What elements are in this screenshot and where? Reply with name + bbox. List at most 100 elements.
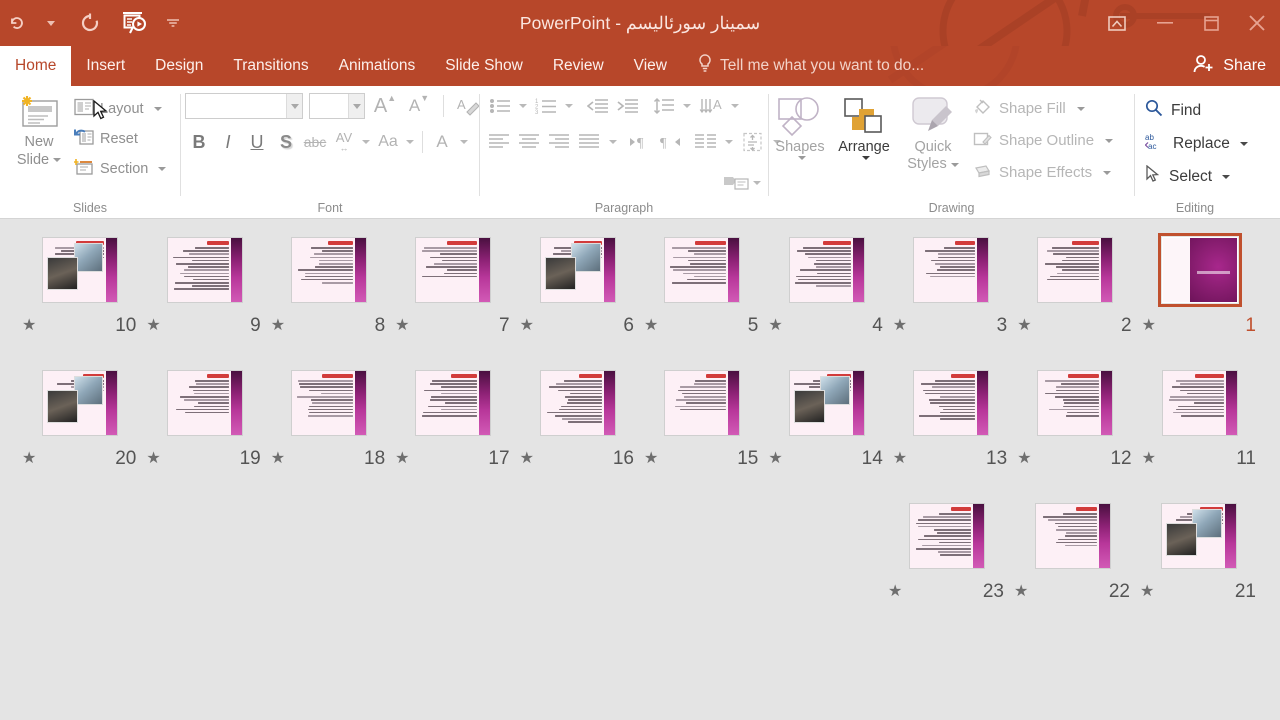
select-caret-icon[interactable] xyxy=(1222,174,1231,179)
find-button[interactable]: Find xyxy=(1145,95,1248,126)
shape-fill-caret-icon[interactable] xyxy=(1076,106,1085,111)
animation-star-icon[interactable]: ★ xyxy=(146,451,160,467)
slide-preview[interactable] xyxy=(415,237,492,303)
character-spacing-caret-icon[interactable] xyxy=(362,140,370,144)
font-size-combo[interactable] xyxy=(309,93,365,119)
align-text-icon[interactable] xyxy=(740,127,768,157)
text-shadow-button[interactable]: S xyxy=(272,127,300,157)
slide-thumbnail-frame[interactable] xyxy=(1157,233,1242,307)
animation-star-icon[interactable]: ★ xyxy=(520,451,534,467)
font-size-caret-icon[interactable] xyxy=(348,94,364,118)
slide-thumbnail-8[interactable]: ★ 8 xyxy=(267,233,391,366)
animation-star-icon[interactable]: ★ xyxy=(1017,451,1031,467)
slide-thumbnail-frame[interactable] xyxy=(287,366,371,440)
bullets-icon[interactable] xyxy=(486,91,514,121)
slide-preview[interactable] xyxy=(166,370,243,436)
animation-star-icon[interactable]: ★ xyxy=(271,318,285,334)
slide-preview[interactable] xyxy=(42,237,119,303)
tab-home[interactable]: Home xyxy=(0,46,72,86)
slide-preview[interactable] xyxy=(1035,503,1111,569)
animation-star-icon[interactable]: ★ xyxy=(146,318,160,334)
slide-preview[interactable] xyxy=(290,370,367,436)
animation-star-icon[interactable]: ★ xyxy=(644,451,658,467)
text-direction-caret-icon[interactable] xyxy=(731,104,739,108)
animation-star-icon[interactable]: ★ xyxy=(22,318,36,334)
change-case-caret-icon[interactable] xyxy=(406,140,414,144)
slide-preview[interactable] xyxy=(1161,370,1238,436)
slide-thumbnail-5[interactable]: ★ 5 xyxy=(640,233,764,366)
line-spacing-caret-icon[interactable] xyxy=(683,104,691,108)
slide-preview[interactable] xyxy=(909,503,985,569)
slide-thumbnail-17[interactable]: ★ 17 xyxy=(391,366,515,499)
layout-button[interactable]: Layout xyxy=(70,95,170,122)
slide-thumbnail-14[interactable]: ★ 14 xyxy=(764,366,888,499)
slide-preview[interactable] xyxy=(539,237,616,303)
slide-thumbnail-frame[interactable] xyxy=(660,366,744,440)
slide-thumbnail-23[interactable]: ★ 23 xyxy=(884,499,1010,632)
slide-thumbnail-frame[interactable] xyxy=(909,366,993,440)
replace-button[interactable]: ab ac Replace xyxy=(1144,128,1248,159)
slide-thumbnail-frame[interactable] xyxy=(536,233,620,307)
slide-preview[interactable] xyxy=(664,370,741,436)
slide-thumbnail-4[interactable]: ★ 4 xyxy=(764,233,888,366)
tab-view[interactable]: View xyxy=(619,46,682,86)
animation-star-icon[interactable]: ★ xyxy=(1142,451,1156,467)
slide-thumbnail-2[interactable]: ★ 2 xyxy=(1013,233,1137,366)
shape-effects-caret-icon[interactable] xyxy=(1103,170,1112,175)
font-name-combo[interactable] xyxy=(185,93,303,119)
slide-thumbnail-frame[interactable] xyxy=(905,499,989,573)
font-name-value[interactable] xyxy=(186,94,286,118)
slide-preview[interactable] xyxy=(1037,370,1114,436)
animation-star-icon[interactable]: ★ xyxy=(1014,584,1028,600)
character-spacing-button[interactable]: AV ↔ xyxy=(330,127,358,157)
tab-transitions[interactable]: Transitions xyxy=(218,46,323,86)
window-controls[interactable] xyxy=(1092,0,1280,46)
shape-effects-button[interactable]: Shape Effects xyxy=(973,157,1113,188)
tell-me-search[interactable]: Tell me what you want to do... xyxy=(682,46,924,86)
animation-star-icon[interactable]: ★ xyxy=(893,318,907,334)
left-to-right-icon[interactable]: ¶ xyxy=(627,127,655,157)
align-right-icon[interactable] xyxy=(546,127,574,157)
font-name-caret-icon[interactable] xyxy=(286,94,302,118)
slide-thumbnail-7[interactable]: ★ 7 xyxy=(391,233,515,366)
slide-thumbnail-frame[interactable] xyxy=(785,233,869,307)
slide-preview[interactable] xyxy=(1161,237,1238,303)
slide-thumbnail-21[interactable]: ★ 21 xyxy=(1136,499,1262,632)
animation-star-icon[interactable]: ★ xyxy=(1142,318,1156,334)
columns-icon[interactable] xyxy=(692,127,720,157)
columns-caret-icon[interactable] xyxy=(725,140,733,144)
section-button[interactable]: Section xyxy=(70,155,170,182)
slide-thumbnail-frame[interactable] xyxy=(163,233,247,307)
share-button[interactable]: Share xyxy=(1193,46,1272,86)
animation-star-icon[interactable]: ★ xyxy=(395,451,409,467)
slide-thumbnail-18[interactable]: ★ 18 xyxy=(267,366,391,499)
slide-thumbnail-11[interactable]: ★ 11 xyxy=(1138,366,1262,499)
animation-star-icon[interactable]: ★ xyxy=(768,451,782,467)
slide-thumbnail-frame[interactable] xyxy=(1031,499,1115,573)
animation-star-icon[interactable]: ★ xyxy=(1140,584,1154,600)
ribbon-display-options-icon[interactable] xyxy=(1092,0,1142,46)
restore-icon[interactable] xyxy=(1188,0,1234,46)
ribbon-tab-bar[interactable]: Home Insert Design Transitions Animation… xyxy=(0,46,1280,86)
slide-thumbnail-12[interactable]: ★ 12 xyxy=(1013,366,1137,499)
align-left-icon[interactable] xyxy=(486,127,514,157)
slide-preview[interactable] xyxy=(788,370,865,436)
slide-thumbnail-frame[interactable] xyxy=(785,366,869,440)
animation-star-icon[interactable]: ★ xyxy=(1017,318,1031,334)
slide-preview[interactable] xyxy=(664,237,741,303)
animation-star-icon[interactable]: ★ xyxy=(893,451,907,467)
slide-thumbnail-19[interactable]: ★ 19 xyxy=(142,366,266,499)
bold-button[interactable]: B xyxy=(185,127,213,157)
slide-thumbnail-frame[interactable] xyxy=(1033,366,1117,440)
slide-preview[interactable] xyxy=(290,237,367,303)
bullets-caret-icon[interactable] xyxy=(519,104,527,108)
animation-star-icon[interactable]: ★ xyxy=(768,318,782,334)
tab-animations[interactable]: Animations xyxy=(324,46,431,86)
change-case-button[interactable]: Aa xyxy=(374,127,402,157)
slide-thumbnail-16[interactable]: ★ 16 xyxy=(516,366,640,499)
animation-star-icon[interactable]: ★ xyxy=(395,318,409,334)
line-spacing-icon[interactable] xyxy=(650,91,678,121)
slide-sorter-pane[interactable]: ★ 1 ★ 2 ★ 3 ★ 4 ★ 5 ★ 6 ★ 7 ★ 8 ★ 9 ★ 10 ★ 11 ★ 12 ★ 13 ★ 14 ★ 15 ★ 16… xyxy=(0,219,1280,720)
decrease-font-size-button[interactable]: A ▼ xyxy=(405,91,433,121)
slide-preview[interactable] xyxy=(1161,503,1237,569)
